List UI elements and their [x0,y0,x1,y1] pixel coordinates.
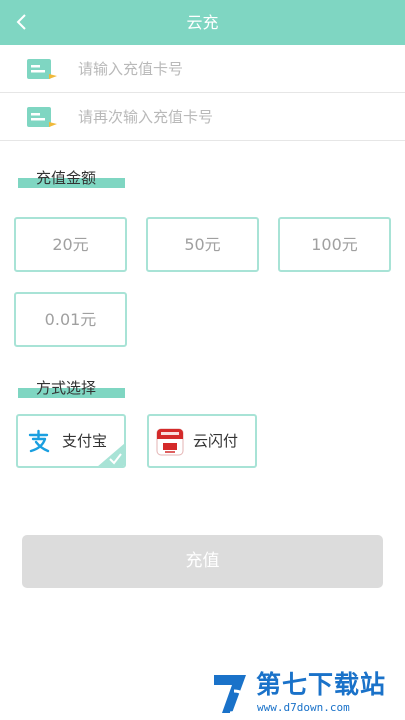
card-icon [27,107,57,127]
card-icon [27,59,57,79]
card-number-confirm-input[interactable] [78,102,378,132]
card-number-row [0,46,405,93]
amount-option-50[interactable]: 50元 [146,217,259,272]
watermark: 第七下载站 www.d7down.com [210,668,400,720]
amount-section-label: 充值金额 [18,168,125,190]
unionpay-quickpass-icon [156,428,184,456]
recharge-submit-button[interactable]: 充值 [22,535,383,588]
top-bar: 云充 [0,0,405,45]
page-title: 云充 [186,13,219,32]
watermark-url: www.d7down.com [257,701,350,714]
payment-section-label: 方式选择 [18,378,125,400]
watermark-title: 第七下载站 [256,670,387,699]
card-number-confirm-row [0,94,405,141]
site-logo-icon [214,675,248,715]
payment-method-alipay[interactable]: 支付宝 [16,414,126,468]
selected-check-icon [98,443,124,466]
card-number-input[interactable] [78,54,378,84]
amount-option-0-01[interactable]: 0.01元 [14,292,127,347]
amount-option-20[interactable]: 20元 [14,217,127,272]
payment-method-unionpay[interactable]: 云闪付 [147,414,257,468]
payment-section-title: 方式选择 [36,379,97,397]
amount-option-100[interactable]: 100元 [278,217,391,272]
payment-method-label: 云闪付 [193,432,239,450]
alipay-icon [28,429,50,453]
amount-section-title: 充值金额 [36,169,97,187]
